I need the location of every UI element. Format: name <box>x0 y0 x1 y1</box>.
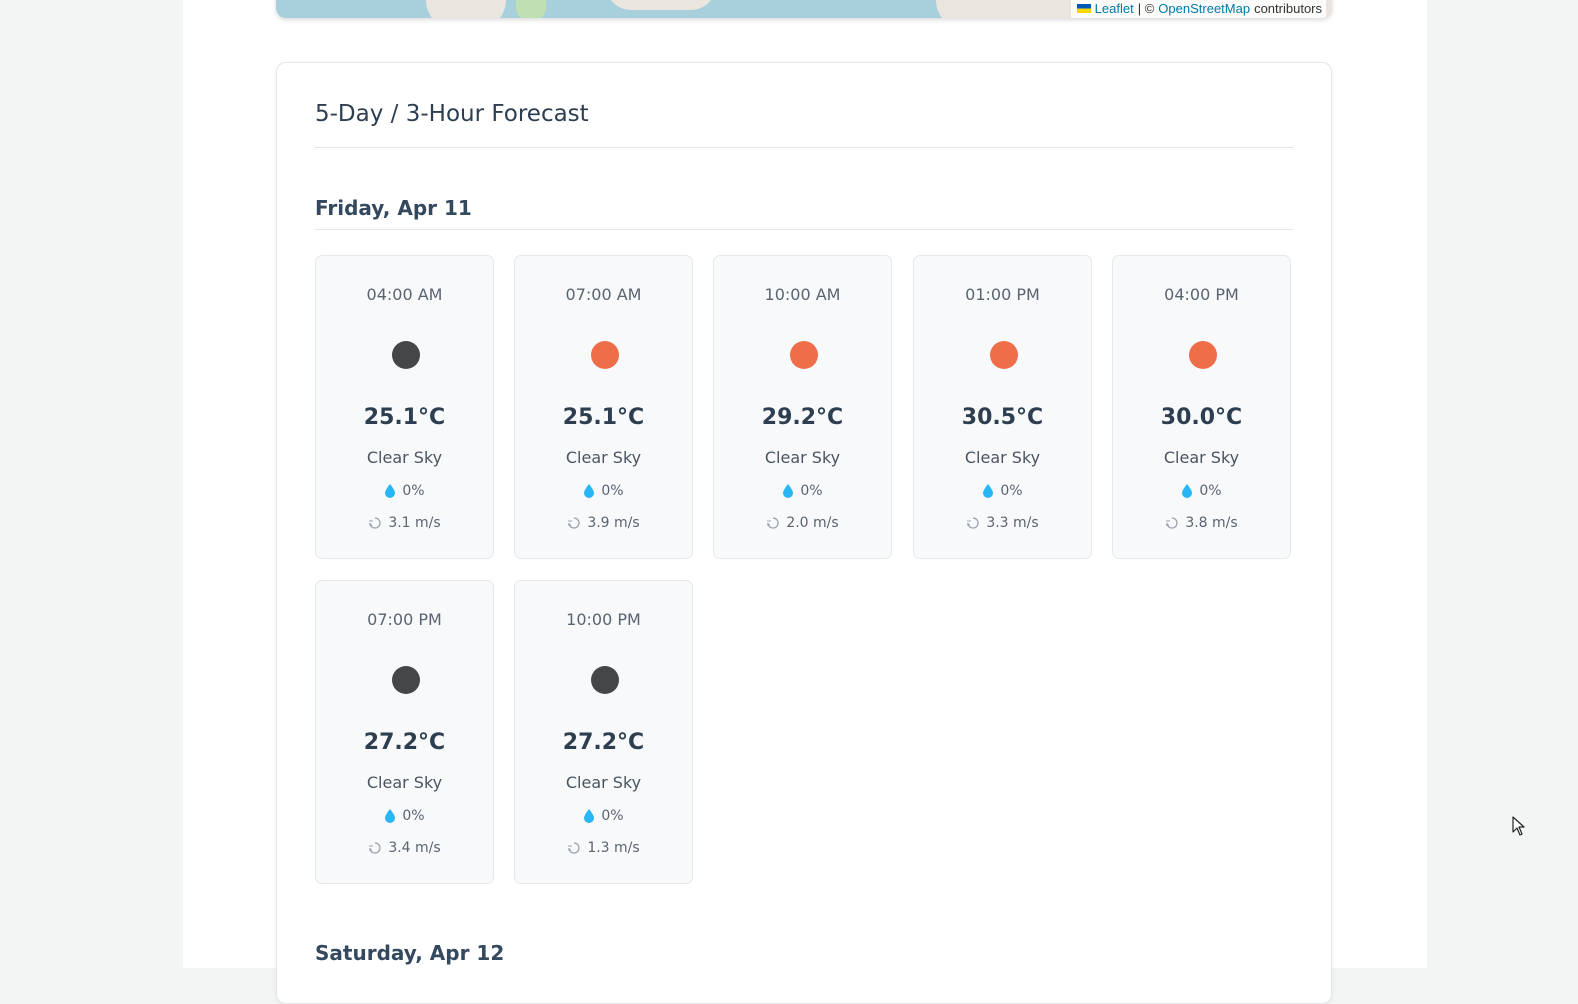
forecast-time: 10:00 AM <box>764 285 841 304</box>
precipitation-value: 0% <box>601 808 624 824</box>
water-drop-icon <box>983 484 994 498</box>
forecast-temperature: 27.2°C <box>562 730 645 755</box>
openstreetmap-link[interactable]: OpenStreetMap <box>1158 1 1250 16</box>
wind-speed-value: 1.3 m/s <box>587 840 640 856</box>
wind-row: 3.9 m/s <box>515 515 692 531</box>
water-drop-icon <box>783 484 794 498</box>
sun-icon <box>790 341 818 369</box>
precipitation-value: 0% <box>402 808 425 824</box>
water-drop-icon <box>584 484 595 498</box>
precipitation-value: 0% <box>402 483 425 499</box>
day-divider <box>315 229 1293 230</box>
title-divider <box>315 147 1293 148</box>
forecast-temperature: 30.5°C <box>961 405 1044 430</box>
precipitation-row: 0% <box>515 483 692 499</box>
forecast-card: 5-Day / 3-Hour Forecast Friday, Apr 11 0… <box>276 62 1332 1004</box>
wind-speed-value: 3.3 m/s <box>986 515 1039 531</box>
forecast-hour-card: 10:00 AM 29.2°C Clear Sky 0% 2.0 m/s <box>713 255 892 559</box>
precipitation-value: 0% <box>1000 483 1023 499</box>
wind-speed-value: 3.1 m/s <box>388 515 441 531</box>
precipitation-row: 0% <box>515 808 692 824</box>
forecast-description: Clear Sky <box>764 448 841 467</box>
forecast-temperature: 25.1°C <box>562 405 645 430</box>
wind-speed-value: 2.0 m/s <box>786 515 839 531</box>
forecast-temperature: 27.2°C <box>363 730 446 755</box>
attribution-separator: | © <box>1137 1 1155 16</box>
location-map[interactable]: Leaflet | © OpenStreetMap contributors <box>276 0 1332 18</box>
sun-icon <box>591 341 619 369</box>
forecast-description: Clear Sky <box>565 773 642 792</box>
forecast-temperature: 30.0°C <box>1160 405 1243 430</box>
forecast-hour-card: 04:00 AM 25.1°C Clear Sky 0% 3.1 m/s <box>315 255 494 559</box>
forecast-hour-card: 07:00 PM 27.2°C Clear Sky 0% 3.4 m/s <box>315 580 494 884</box>
water-drop-icon <box>584 809 595 823</box>
attribution-suffix: contributors <box>1254 1 1322 16</box>
precipitation-row: 0% <box>316 808 493 824</box>
leaflet-link[interactable]: Leaflet <box>1095 1 1134 16</box>
water-drop-icon <box>1182 484 1193 498</box>
water-drop-icon <box>385 484 396 498</box>
wind-icon <box>568 842 580 854</box>
forecast-description: Clear Sky <box>565 448 642 467</box>
wind-icon <box>967 517 979 529</box>
forecast-description: Clear Sky <box>366 773 443 792</box>
moon-night-icon <box>392 666 420 694</box>
wind-icon <box>1166 517 1178 529</box>
wind-row: 1.3 m/s <box>515 840 692 856</box>
forecast-time: 04:00 AM <box>366 285 443 304</box>
wind-speed-value: 3.9 m/s <box>587 515 640 531</box>
precipitation-row: 0% <box>316 483 493 499</box>
forecast-description: Clear Sky <box>964 448 1041 467</box>
forecast-temperature: 29.2°C <box>761 405 844 430</box>
wind-icon <box>369 842 381 854</box>
day-heading: Friday, Apr 11 <box>315 196 472 220</box>
map-attribution: Leaflet | © OpenStreetMap contributors <box>1070 0 1326 18</box>
wind-row: 2.0 m/s <box>714 515 891 531</box>
precipitation-value: 0% <box>601 483 624 499</box>
precipitation-row: 0% <box>714 483 891 499</box>
page-container: Leaflet | © OpenStreetMap contributors 5… <box>183 0 1427 1004</box>
map-land-area <box>426 0 506 18</box>
forecast-title: 5-Day / 3-Hour Forecast <box>315 101 589 127</box>
forecast-hour-card: 01:00 PM 30.5°C Clear Sky 0% 3.3 m/s <box>913 255 1092 559</box>
mouse-cursor-icon <box>1512 816 1525 836</box>
forecast-time: 10:00 PM <box>566 610 641 629</box>
wind-icon <box>568 517 580 529</box>
forecast-hour-card: 04:00 PM 30.0°C Clear Sky 0% 3.8 m/s <box>1112 255 1291 559</box>
forecast-description: Clear Sky <box>1163 448 1240 467</box>
forecast-time: 07:00 AM <box>565 285 642 304</box>
sun-icon <box>990 341 1018 369</box>
forecast-temperature: 25.1°C <box>363 405 446 430</box>
map-park-area <box>516 0 546 18</box>
sun-icon <box>1189 341 1217 369</box>
precipitation-row: 0% <box>914 483 1091 499</box>
forecast-time: 04:00 PM <box>1164 285 1239 304</box>
precipitation-value: 0% <box>1199 483 1222 499</box>
wind-icon <box>369 517 381 529</box>
wind-row: 3.1 m/s <box>316 515 493 531</box>
moon-night-icon <box>591 666 619 694</box>
forecast-hour-card: 07:00 AM 25.1°C Clear Sky 0% 3.9 m/s <box>514 255 693 559</box>
wind-speed-value: 3.8 m/s <box>1185 515 1238 531</box>
precipitation-value: 0% <box>800 483 823 499</box>
wind-row: 3.3 m/s <box>914 515 1091 531</box>
moon-night-icon <box>392 341 420 369</box>
precipitation-row: 0% <box>1113 483 1290 499</box>
forecast-time: 07:00 PM <box>367 610 442 629</box>
wind-speed-value: 3.4 m/s <box>388 840 441 856</box>
day-heading: Saturday, Apr 12 <box>315 941 505 965</box>
wind-row: 3.8 m/s <box>1113 515 1290 531</box>
water-drop-icon <box>385 809 396 823</box>
ukraine-flag-icon <box>1076 4 1091 13</box>
map-land-area <box>606 0 716 10</box>
forecast-description: Clear Sky <box>366 448 443 467</box>
forecast-time: 01:00 PM <box>965 285 1040 304</box>
wind-icon <box>767 517 779 529</box>
wind-row: 3.4 m/s <box>316 840 493 856</box>
forecast-hour-card: 10:00 PM 27.2°C Clear Sky 0% 1.3 m/s <box>514 580 693 884</box>
